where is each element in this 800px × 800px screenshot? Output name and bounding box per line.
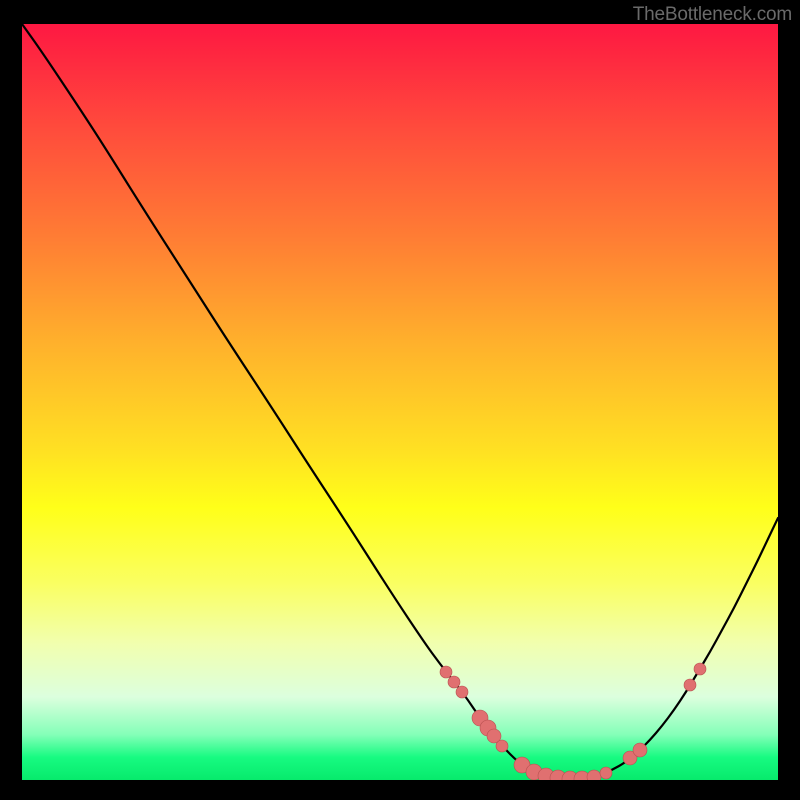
watermark-text: TheBottleneck.com [633, 4, 792, 26]
highlight-dot [587, 770, 601, 780]
page-container: TheBottleneck.com [0, 0, 800, 800]
highlight-dot [440, 666, 452, 678]
highlight-dot [694, 663, 706, 675]
highlight-dot [600, 767, 612, 779]
chart-svg-overlay [22, 24, 778, 780]
highlight-dot [456, 686, 468, 698]
highlight-dot [496, 740, 508, 752]
highlight-dot [684, 679, 696, 691]
highlight-dot [633, 743, 647, 757]
chart-plot-area [22, 24, 778, 780]
bottleneck-curve [22, 24, 778, 779]
highlight-dot [448, 676, 460, 688]
